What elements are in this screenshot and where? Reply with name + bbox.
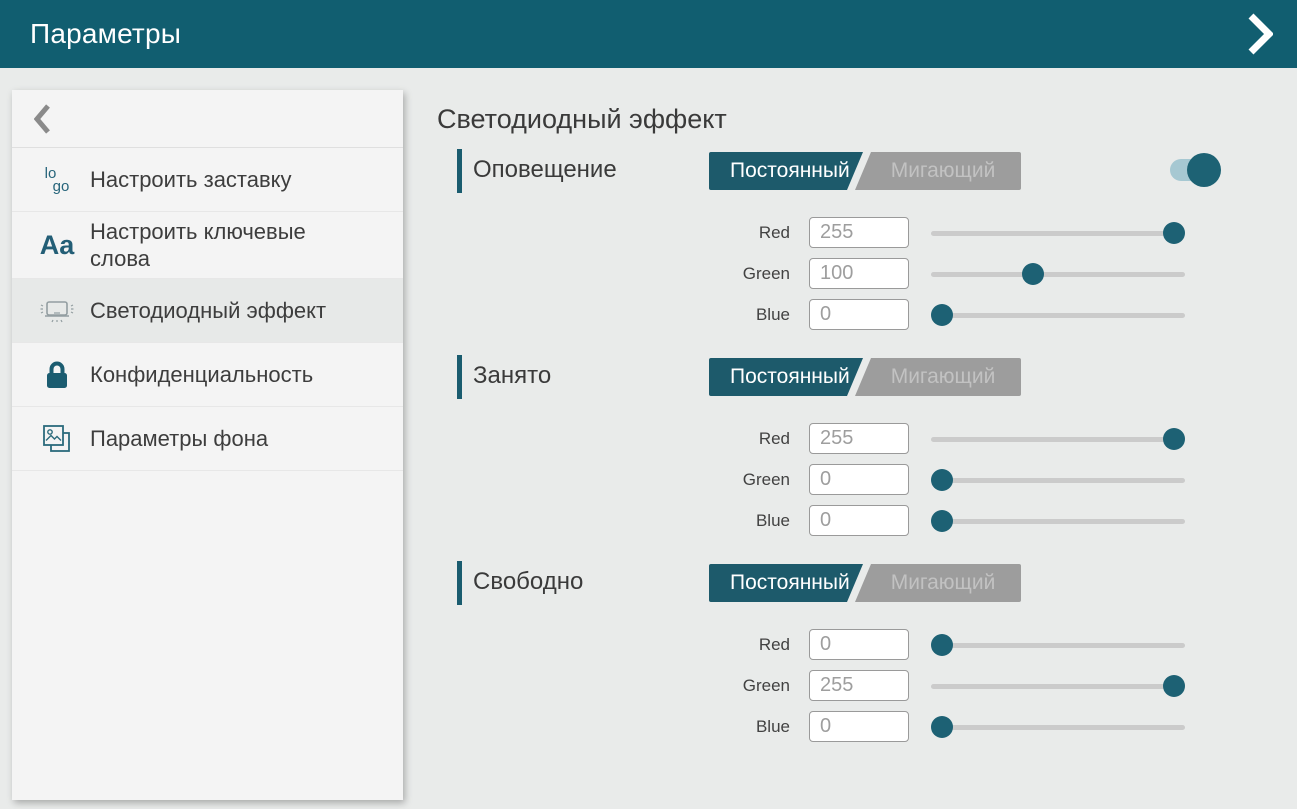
channel-row-red: Red	[437, 212, 1247, 253]
sidebar-item-led-effect[interactable]: Светодиодный эффект	[12, 279, 403, 343]
sidebar-item-label: Светодиодный эффект	[90, 297, 326, 324]
page-title: Параметры	[30, 18, 181, 50]
red-value-input[interactable]	[809, 423, 909, 454]
section-name: Свободно	[473, 568, 583, 596]
slider-thumb[interactable]	[931, 510, 953, 532]
slider-thumb[interactable]	[1022, 263, 1044, 285]
slider-track[interactable]	[931, 437, 1185, 442]
slider-thumb[interactable]	[931, 469, 953, 491]
slider-track[interactable]	[931, 231, 1185, 236]
blue-slider[interactable]	[931, 716, 1185, 738]
green-slider[interactable]	[931, 675, 1185, 697]
section-free: Свободно Постоянный Мигающий Red Green B…	[437, 561, 1247, 747]
red-slider[interactable]	[931, 222, 1185, 244]
green-value-input[interactable]	[809, 258, 909, 289]
section-busy: Занято Постоянный Мигающий Red Green Blu…	[437, 355, 1247, 541]
slider-track[interactable]	[931, 272, 1185, 277]
text-aa-icon: Aa	[36, 232, 78, 259]
green-slider[interactable]	[931, 263, 1185, 285]
channel-row-green: Green	[437, 459, 1247, 500]
slider-thumb[interactable]	[1163, 428, 1185, 450]
chevron-right-icon	[1247, 12, 1273, 56]
mode-segmented-control: Постоянный Мигающий	[709, 152, 1021, 190]
section-name: Оповещение	[473, 156, 617, 184]
slider-thumb[interactable]	[931, 716, 953, 738]
blue-slider[interactable]	[931, 510, 1185, 532]
sidebar-item-label: Настроить ключевые слова	[90, 218, 342, 272]
red-value-input[interactable]	[809, 629, 909, 660]
app-bar: Параметры	[0, 0, 1297, 68]
channel-label: Blue	[437, 717, 790, 737]
sidebar-item-label: Конфиденциальность	[90, 361, 313, 388]
slider-track[interactable]	[931, 313, 1185, 318]
led-toggle-switch[interactable]	[1170, 150, 1222, 190]
slider-track[interactable]	[931, 684, 1185, 689]
sidebar-item-privacy[interactable]: Конфиденциальность	[12, 343, 403, 407]
mode-blinking-button[interactable]: Мигающий	[855, 152, 1021, 190]
channel-label: Red	[437, 223, 790, 243]
mode-constant-button[interactable]: Постоянный	[709, 152, 863, 190]
slider-thumb[interactable]	[931, 634, 953, 656]
green-slider[interactable]	[931, 469, 1185, 491]
forward-button[interactable]	[1245, 11, 1275, 57]
mode-constant-button[interactable]: Постоянный	[709, 564, 863, 602]
lock-icon	[36, 359, 78, 391]
panel-title: Светодиодный эффект	[437, 104, 1247, 135]
channel-label: Blue	[437, 511, 790, 531]
blue-value-input[interactable]	[809, 711, 909, 742]
channel-row-blue: Blue	[437, 294, 1247, 335]
mode-blinking-button[interactable]: Мигающий	[855, 358, 1021, 396]
blue-value-input[interactable]	[809, 299, 909, 330]
chevron-left-icon	[34, 103, 50, 135]
channel-row-blue: Blue	[437, 500, 1247, 541]
logo-icon: lo go	[36, 167, 78, 193]
channel-label: Green	[437, 264, 790, 284]
blue-slider[interactable]	[931, 304, 1185, 326]
sidebar-item-screensaver[interactable]: lo go Настроить заставку	[12, 148, 403, 212]
channel-label: Red	[437, 635, 790, 655]
blue-value-input[interactable]	[809, 505, 909, 536]
channel-label: Green	[437, 470, 790, 490]
sidebar-item-keywords[interactable]: Aa Настроить ключевые слова	[12, 212, 403, 279]
channel-label: Green	[437, 676, 790, 696]
channel-row-green: Green	[437, 665, 1247, 706]
slider-thumb[interactable]	[931, 304, 953, 326]
toggle-knob	[1187, 153, 1221, 187]
sidebar-item-label: Настроить заставку	[90, 166, 292, 193]
channel-row-red: Red	[437, 418, 1247, 459]
red-slider[interactable]	[931, 634, 1185, 656]
channel-label: Red	[437, 429, 790, 449]
channel-label: Blue	[437, 305, 790, 325]
channel-row-green: Green	[437, 253, 1247, 294]
slider-track[interactable]	[931, 643, 1185, 648]
red-value-input[interactable]	[809, 217, 909, 248]
section-accent-bar	[457, 561, 462, 605]
sidebar-item-label: Параметры фона	[90, 425, 268, 452]
slider-track[interactable]	[931, 725, 1185, 730]
section-accent-bar	[457, 355, 462, 399]
mode-segmented-control: Постоянный Мигающий	[709, 564, 1021, 602]
led-effect-panel: Светодиодный эффект Оповещение Постоянны…	[437, 90, 1247, 767]
mode-segmented-control: Постоянный Мигающий	[709, 358, 1021, 396]
green-value-input[interactable]	[809, 464, 909, 495]
section-name: Занято	[473, 362, 551, 390]
section-alert: Оповещение Постоянный Мигающий Red Green	[437, 149, 1247, 335]
channel-row-red: Red	[437, 624, 1247, 665]
channel-row-blue: Blue	[437, 706, 1247, 747]
slider-track[interactable]	[931, 519, 1185, 524]
sidebar-item-background[interactable]: Параметры фона	[12, 407, 403, 471]
mode-blinking-button[interactable]: Мигающий	[855, 564, 1021, 602]
settings-sidebar: lo go Настроить заставку Aa Настроить кл…	[12, 90, 403, 800]
red-slider[interactable]	[931, 428, 1185, 450]
slider-thumb[interactable]	[1163, 222, 1185, 244]
slider-thumb[interactable]	[1163, 675, 1185, 697]
green-value-input[interactable]	[809, 670, 909, 701]
background-images-icon	[36, 423, 78, 455]
mode-constant-button[interactable]: Постоянный	[709, 358, 863, 396]
slider-track[interactable]	[931, 478, 1185, 483]
led-display-icon	[36, 297, 78, 325]
sidebar-back-button[interactable]	[12, 90, 403, 148]
section-accent-bar	[457, 149, 462, 193]
